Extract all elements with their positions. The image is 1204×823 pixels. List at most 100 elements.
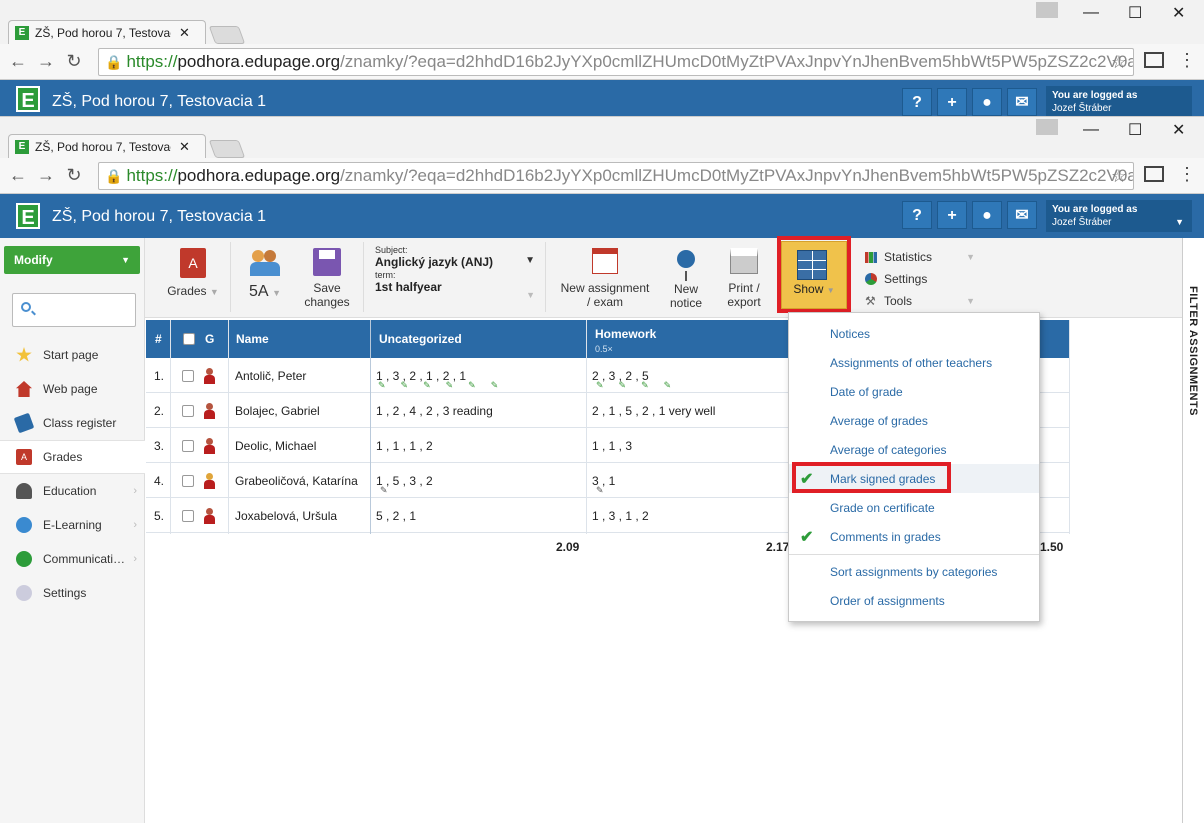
back-icon[interactable]: ←	[4, 165, 32, 186]
forward-icon[interactable]: →	[32, 165, 60, 186]
reload-icon[interactable]: ↻	[60, 51, 88, 72]
class-selector[interactable]: 5A ▼	[237, 248, 293, 300]
row-checkbox[interactable]	[182, 498, 194, 533]
student-name[interactable]: Bolajec, Gabriel	[235, 393, 320, 428]
menu-item-date-of-grade[interactable]: Date of grade	[789, 377, 1039, 406]
uncategorized-average: 2.09	[556, 540, 580, 554]
row-number: 5.	[154, 508, 165, 523]
column-divider	[1069, 320, 1070, 534]
user-box[interactable]: You are logged as Jozef Štráber ▼	[1046, 200, 1192, 232]
sidebar-item-start-page[interactable]: Start page	[0, 338, 145, 372]
print-export-button[interactable]: Print / export	[719, 248, 769, 309]
add-button[interactable]: +	[937, 88, 967, 116]
close-window-icon[interactable]: ✕	[1172, 120, 1185, 140]
browser-menu-icon[interactable]: ⋮	[1178, 164, 1196, 185]
tools-button[interactable]: ⚒ Tools ▼	[865, 290, 975, 312]
col-header-uncategorized[interactable]: Uncategorized	[379, 320, 462, 358]
search-input[interactable]	[12, 293, 136, 327]
subject-term-selector[interactable]: Subject: Anglický jazyk (ANJ) ▼ term: 1s…	[375, 245, 539, 300]
select-all-checkbox[interactable]	[183, 320, 195, 358]
close-tab-icon[interactable]: ✕	[179, 139, 190, 155]
sidebar-item-settings[interactable]: Settings	[0, 576, 145, 610]
sidebar-item-education[interactable]: Education ›	[0, 474, 145, 508]
close-tab-icon[interactable]: ✕	[179, 25, 190, 41]
filter-assignments-panel[interactable]: FILTER ASSIGNMENTS	[1182, 238, 1204, 823]
profile-icon[interactable]	[1036, 2, 1058, 18]
add-button[interactable]: +	[937, 201, 967, 229]
uncategorized-grades[interactable]: 1 , 1 , 1 , 2	[376, 428, 433, 463]
toolbar-divider	[545, 242, 546, 312]
help-button[interactable]: ?	[902, 201, 932, 229]
student-name[interactable]: Deolic, Michael	[235, 428, 316, 463]
uncategorized-grades[interactable]: 1 , 2 , 4 , 2 , 3 reading	[376, 393, 493, 428]
menu-item-grade-on-certificate[interactable]: Grade on certificate	[789, 493, 1039, 522]
sidebar-item-class-register[interactable]: Class register	[0, 406, 145, 440]
row-checkbox[interactable]	[182, 463, 194, 498]
reload-icon[interactable]: ↻	[60, 165, 88, 186]
sidebar-item-communication[interactable]: Communicati… ›	[0, 542, 145, 576]
student-name[interactable]: Antolič, Peter	[235, 358, 306, 393]
address-bar[interactable]: 🔒 https://podhora.edupage.org/znamky/?eq…	[98, 162, 1134, 190]
col-header-name[interactable]: Name	[236, 320, 269, 358]
minimize-icon[interactable]: —	[1083, 121, 1099, 139]
chevron-right-icon: ›	[133, 485, 137, 497]
homework-grades[interactable]: 2 , 1 , 5 , 2 , 1 very well	[592, 393, 715, 428]
uncategorized-grades[interactable]: 5 , 2 , 1	[376, 498, 416, 533]
new-notice-button[interactable]: New notice	[663, 248, 709, 310]
menu-item-comments-in-grades[interactable]: ✔ Comments in grades	[789, 522, 1039, 551]
menu-item-assignments-other-teachers[interactable]: Assignments of other teachers	[789, 348, 1039, 377]
browser-menu-icon[interactable]: ⋮	[1178, 50, 1196, 71]
row-checkbox[interactable]	[182, 393, 194, 428]
student-name[interactable]: Grabeoličová, Katarína	[235, 463, 358, 498]
row-checkbox[interactable]	[182, 358, 194, 393]
row-checkbox[interactable]	[182, 428, 194, 463]
homework-grades[interactable]: 1 , 3 , 1 , 2	[592, 498, 649, 533]
save-changes-button[interactable]: Save changes	[299, 248, 355, 309]
close-window-icon[interactable]: ✕	[1172, 3, 1185, 23]
app-header: E ZŠ, Pod horou 7, Testovacia 1 ? + ● ✉ …	[0, 194, 1204, 238]
student-name[interactable]: Joxabelová, Uršula	[235, 498, 337, 533]
edupage-logo[interactable]: E	[16, 203, 40, 229]
chat-icon[interactable]: ●	[972, 201, 1002, 229]
menu-item-order-of-assignments[interactable]: Order of assignments	[789, 586, 1039, 615]
new-assignment-button[interactable]: New assignment / exam	[555, 248, 655, 309]
mail-icon[interactable]: ✉	[1007, 88, 1037, 116]
active-tab[interactable]: E ZŠ, Pod horou 7, Testovaci ✕	[8, 134, 206, 158]
edupage-logo[interactable]: E	[16, 86, 40, 112]
show-button[interactable]: Show ▼	[781, 241, 847, 309]
new-tab-button[interactable]	[208, 26, 246, 44]
sidebar-item-e-learning[interactable]: E-Learning ›	[0, 508, 145, 542]
sidebar-item-label: Settings	[43, 586, 87, 600]
menu-item-sort-assignments[interactable]: Sort assignments by categories	[789, 557, 1039, 586]
menu-item-notices[interactable]: Notices	[789, 319, 1039, 348]
school-name: ZŠ, Pod horou 7, Testovacia 1	[52, 208, 267, 225]
sidebar-item-web-page[interactable]: Web page	[0, 372, 145, 406]
background-address-bar[interactable]: 🔒 https://podhora.edupage.org/znamky/?eq…	[98, 48, 1134, 76]
maximize-icon[interactable]: ☐	[1128, 3, 1142, 23]
settings-button[interactable]: Settings	[865, 268, 975, 290]
minimize-icon[interactable]: —	[1083, 4, 1099, 22]
menu-item-average-of-categories[interactable]: Average of categories	[789, 435, 1039, 464]
sidebar-item-grades[interactable]: A Grades	[0, 440, 145, 474]
chat-icon[interactable]: ●	[972, 88, 1002, 116]
cast-icon[interactable]	[1144, 166, 1164, 182]
url-scheme: https://	[126, 166, 178, 185]
grades-menu-button[interactable]: A Grades ▼	[163, 248, 223, 299]
bookmark-star-icon[interactable]: ☆	[1111, 52, 1127, 73]
help-button[interactable]: ?	[902, 88, 932, 116]
new-tab-button[interactable]	[208, 140, 246, 158]
statistics-button[interactable]: Statistics ▼	[865, 246, 975, 268]
bookmark-star-icon[interactable]: ☆	[1111, 166, 1127, 187]
profile-icon[interactable]	[1036, 119, 1058, 135]
new-notice-label-2: notice	[669, 296, 703, 310]
menu-item-average-of-grades[interactable]: Average of grades	[789, 406, 1039, 435]
back-icon[interactable]: ←	[4, 51, 32, 72]
modify-button[interactable]: Modify ▼	[4, 246, 140, 274]
forward-icon[interactable]: →	[32, 51, 60, 72]
background-tab[interactable]: E ZŠ, Pod horou 7, Testovaci ✕	[8, 20, 206, 44]
mail-icon[interactable]: ✉	[1007, 201, 1037, 229]
maximize-icon[interactable]: ☐	[1128, 120, 1142, 140]
user-box[interactable]: You are logged as Jozef Štráber	[1046, 86, 1192, 118]
homework-grades[interactable]: 1 , 1 , 3	[592, 428, 632, 463]
cast-icon[interactable]	[1144, 52, 1164, 68]
